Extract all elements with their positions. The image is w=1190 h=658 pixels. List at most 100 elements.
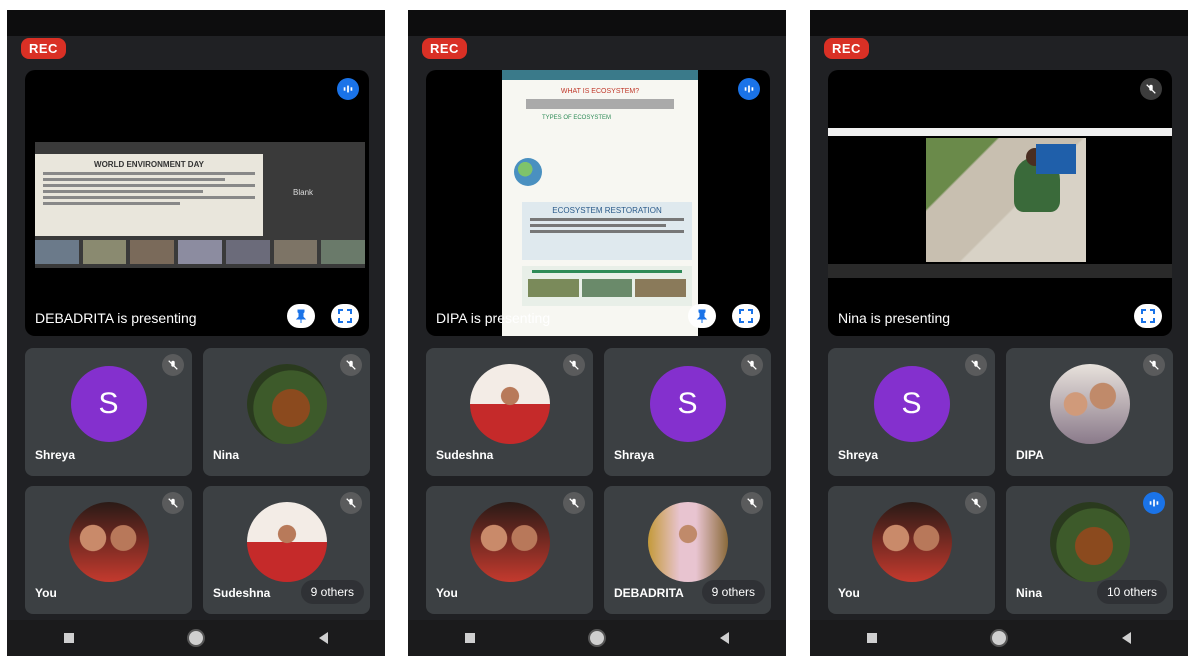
phone-screen-3: REC Nina is presenting S Shreya DIPA You… (810, 10, 1188, 656)
shared-video (926, 138, 1086, 262)
participant-name: Shraya (614, 448, 655, 462)
participant-name: You (35, 586, 57, 600)
android-nav-bar (7, 620, 385, 656)
avatar (246, 364, 327, 445)
doc-subtitle: TYPES OF ECOSYSTEM (542, 115, 612, 121)
status-bar (7, 10, 385, 36)
shared-document: WHAT IS ECOSYSTEM? TYPES OF ECOSYSTEM EC… (502, 70, 698, 336)
participant-tile[interactable]: You (25, 486, 192, 614)
participant-tile[interactable]: Sudeshna (426, 348, 593, 476)
fullscreen-icon (338, 309, 352, 323)
presenter-label: DEBADRITA is presenting (35, 310, 197, 326)
slide-thumbnails (35, 240, 366, 264)
recents-icon[interactable] (63, 633, 74, 643)
participant-tile[interactable]: S Shraya (604, 348, 771, 476)
slide-frame: WORLD ENVIRONMENT DAY (35, 154, 263, 236)
speaking-icon (738, 78, 760, 100)
avatar (871, 502, 952, 583)
doc-title: WHAT IS ECOSYSTEM? (560, 88, 640, 95)
recording-badge: REC (422, 38, 467, 59)
fullscreen-icon (739, 309, 753, 323)
participant-name: Sudeshna (213, 586, 271, 600)
presentation-stage[interactable]: WHAT IS ECOSYSTEM? TYPES OF ECOSYSTEM EC… (426, 70, 770, 336)
participant-name: Shreya (35, 448, 76, 462)
participant-tile[interactable]: Sudeshna 9 others (203, 486, 370, 614)
others-count-button[interactable]: 9 others (701, 580, 765, 604)
participant-name: DEBADRITA (614, 586, 684, 600)
others-count-button[interactable]: 9 others (300, 580, 364, 604)
participant-tile[interactable]: DIPA (1006, 348, 1173, 476)
mic-off-icon (340, 354, 362, 376)
status-bar (810, 10, 1188, 36)
participant-tile[interactable]: S Shreya (25, 348, 192, 476)
mic-off-icon (741, 354, 763, 376)
mic-off-icon (162, 354, 184, 376)
globe-icon (514, 158, 542, 186)
mic-off-icon (162, 492, 184, 514)
shared-screen: WORLD ENVIRONMENT DAY Blank (35, 142, 366, 268)
presenter-label: DIPA is presenting (436, 310, 551, 326)
speaking-icon (1143, 492, 1165, 514)
pin-icon (295, 309, 307, 323)
android-nav-bar (408, 620, 786, 656)
pin-button[interactable] (688, 304, 716, 328)
participant-name: Nina (213, 448, 240, 462)
avatar (1049, 502, 1130, 583)
others-count-button[interactable]: 10 others (1096, 580, 1167, 604)
back-icon[interactable] (720, 632, 730, 644)
participant-tile[interactable]: Nina 10 others (1006, 486, 1173, 614)
participant-name: You (436, 586, 458, 600)
pin-icon (696, 309, 708, 323)
mic-off-icon (741, 492, 763, 514)
android-nav-bar (810, 620, 1188, 656)
participant-tile[interactable]: You (828, 486, 995, 614)
participant-name: You (838, 586, 860, 600)
fullscreen-button[interactable] (331, 304, 359, 328)
recents-icon[interactable] (866, 633, 877, 643)
back-icon[interactable] (1122, 632, 1132, 644)
presentation-stage[interactable]: Nina is presenting (828, 70, 1172, 336)
status-bar (408, 10, 786, 36)
home-icon[interactable] (187, 629, 206, 647)
avatar: S (873, 366, 950, 443)
mic-off-icon (340, 492, 362, 514)
participant-tile[interactable]: S Shreya (828, 348, 995, 476)
presentation-stage[interactable]: WORLD ENVIRONMENT DAY Blank DEBADRITA is… (25, 70, 369, 336)
phone-screen-1: REC WORLD ENVIRONMENT DAY Blank DEBADRIT… (7, 10, 385, 656)
participant-tile[interactable]: You (426, 486, 593, 614)
home-icon[interactable] (588, 629, 607, 647)
speaking-icon (337, 78, 359, 100)
phone-screen-2: REC WHAT IS ECOSYSTEM? TYPES OF ECOSYSTE… (408, 10, 786, 656)
avatar: S (649, 366, 726, 443)
participant-name: Shreya (838, 448, 879, 462)
avatar (68, 502, 149, 583)
avatar (1049, 364, 1130, 445)
participant-name: DIPA (1016, 448, 1044, 462)
avatar: S (70, 366, 147, 443)
recording-badge: REC (21, 38, 66, 59)
mic-off-icon (965, 354, 987, 376)
avatar (469, 502, 550, 583)
mic-off-icon (563, 492, 585, 514)
shared-screen (828, 128, 1172, 278)
slide-title: WORLD ENVIRONMENT DAY (94, 160, 204, 169)
avatar (246, 502, 327, 583)
presenter-label: Nina is presenting (838, 310, 951, 326)
back-icon[interactable] (319, 632, 329, 644)
fullscreen-button[interactable] (732, 304, 760, 328)
recents-icon[interactable] (464, 633, 475, 643)
pin-button[interactable] (287, 304, 315, 328)
participant-name: Sudeshna (436, 448, 494, 462)
participant-name: Nina (1016, 586, 1043, 600)
avatar (647, 502, 728, 583)
slide-side-label: Blank (293, 188, 314, 197)
mic-off-icon (965, 492, 987, 514)
home-icon[interactable] (990, 629, 1009, 647)
avatar (469, 364, 550, 445)
doc-section-title: ECOSYSTEM RESTORATION (552, 206, 662, 215)
mic-off-icon (1140, 78, 1162, 100)
participant-tile[interactable]: DEBADRITA 9 others (604, 486, 771, 614)
mic-off-icon (1143, 354, 1165, 376)
fullscreen-button[interactable] (1134, 304, 1162, 328)
participant-tile[interactable]: Nina (203, 348, 370, 476)
